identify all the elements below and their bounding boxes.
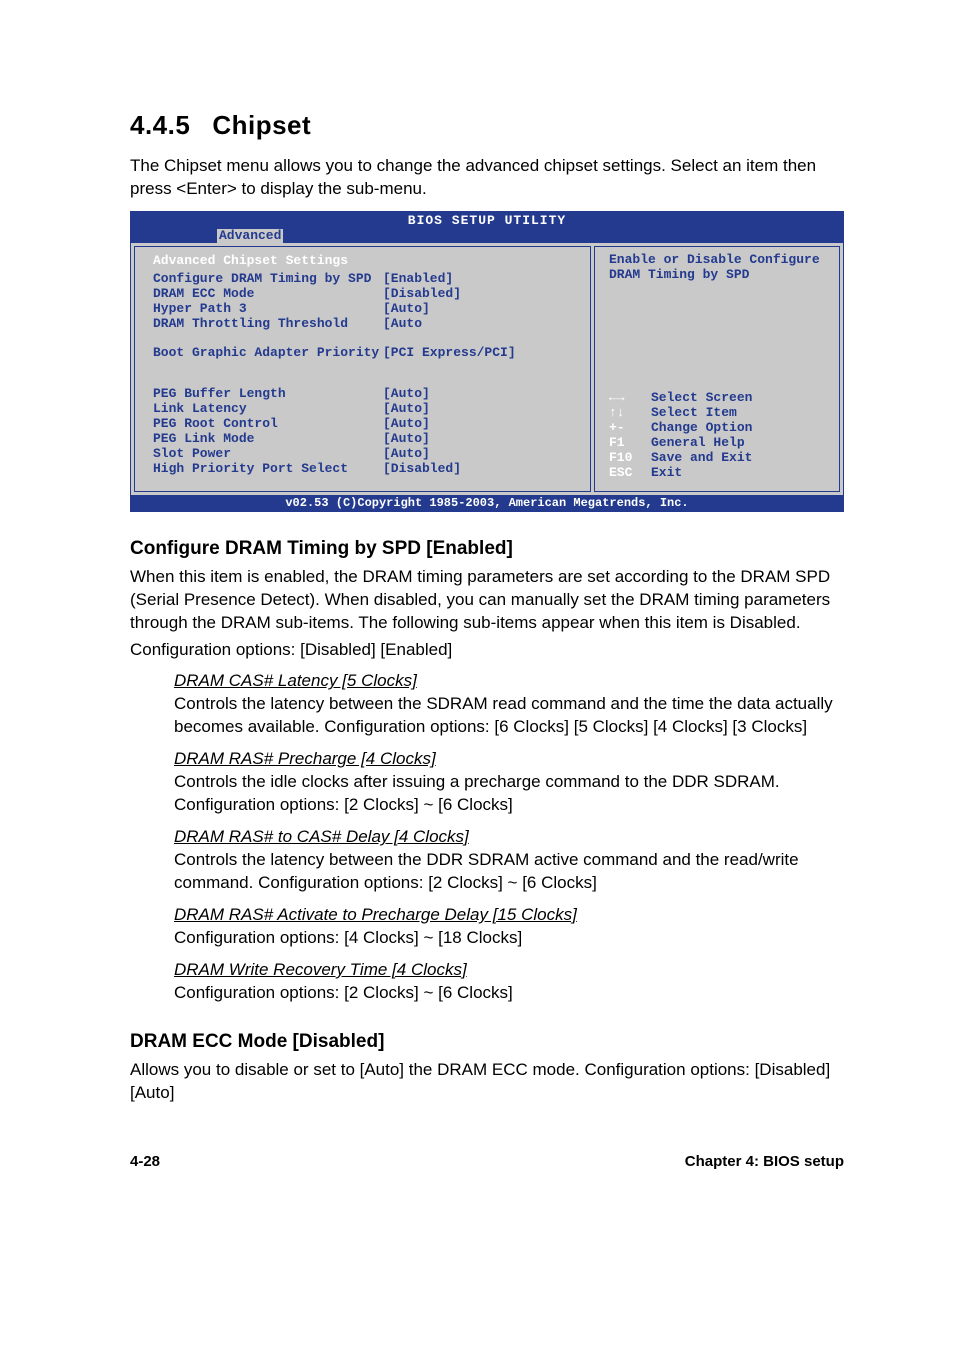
option-desc-dram-timing: When this item is enabled, the DRAM timi… (130, 566, 844, 635)
bios-setting-row[interactable]: PEG Root Control[Auto] (153, 417, 578, 432)
bios-setting-row[interactable]: Boot Graphic Adapter Priority[PCI Expres… (153, 346, 578, 361)
bios-nav-desc: Exit (651, 466, 682, 481)
bios-screenshot: BIOS SETUP UTILITY Advanced Advanced Chi… (130, 211, 844, 512)
bios-setting-value: [Auto] (383, 387, 430, 402)
sub-item-desc: Controls the latency between the DDR SDR… (174, 849, 844, 895)
bios-group-3: PEG Buffer Length[Auto]Link Latency[Auto… (153, 387, 578, 477)
bios-setting-row[interactable]: DRAM Throttling Threshold[Auto (153, 317, 578, 332)
option-desc-ecc: Allows you to disable or set to [Auto] t… (130, 1059, 844, 1105)
bios-nav-key: ←→ (609, 391, 651, 406)
bios-body: Advanced Chipset Settings Configure DRAM… (131, 243, 843, 494)
intro-text: The Chipset menu allows you to change th… (130, 155, 844, 201)
bios-tab-advanced[interactable]: Advanced (217, 229, 283, 243)
bios-tabs: Advanced (131, 229, 843, 243)
bios-setting-label: Configure DRAM Timing by SPD (153, 272, 383, 287)
sub-item-heading: DRAM CAS# Latency [5 Clocks] (174, 671, 844, 691)
bios-copyright: v02.53 (C)Copyright 1985-2003, American … (131, 495, 843, 511)
bios-help-text: Enable or Disable Configure DRAM Timing … (609, 253, 829, 283)
bios-setting-value: [Auto] (383, 402, 430, 417)
sub-item-desc: Configuration options: [2 Clocks] ~ [6 C… (174, 982, 844, 1005)
bios-setting-value: [Disabled] (383, 462, 461, 477)
bios-setting-row[interactable]: High Priority Port Select[Disabled] (153, 462, 578, 477)
bios-nav-row: F1General Help (609, 436, 829, 451)
bios-nav-help: ←→Select Screen↑↓Select Item+-Change Opt… (609, 391, 829, 481)
bios-nav-row: F10Save and Exit (609, 451, 829, 466)
page-footer: 4-28 Chapter 4: BIOS setup (130, 1153, 844, 1170)
bios-setting-value: [Auto (383, 317, 422, 332)
bios-setting-label: Boot Graphic Adapter Priority (153, 346, 383, 361)
bios-nav-desc: Save and Exit (651, 451, 752, 466)
bios-setting-row[interactable]: Hyper Path 3[Auto] (153, 302, 578, 317)
chapter-label: Chapter 4: BIOS setup (685, 1153, 844, 1170)
bios-setting-row[interactable]: PEG Link Mode[Auto] (153, 432, 578, 447)
section-heading: 4.4.5 Chipset (130, 110, 844, 141)
bios-setting-row[interactable]: Configure DRAM Timing by SPD[Enabled] (153, 272, 578, 287)
option-opts-dram-timing: Configuration options: [Disabled] [Enabl… (130, 639, 844, 662)
bios-setting-label: PEG Root Control (153, 417, 383, 432)
bios-setting-label: Link Latency (153, 402, 383, 417)
bios-nav-key: ↑↓ (609, 406, 651, 421)
bios-setting-label: DRAM Throttling Threshold (153, 317, 383, 332)
bios-nav-desc: Change Option (651, 421, 752, 436)
bios-nav-desc: Select Item (651, 406, 737, 421)
bios-setting-row[interactable]: Slot Power[Auto] (153, 447, 578, 462)
bios-setting-value: [Auto] (383, 432, 430, 447)
bios-nav-row: ESCExit (609, 466, 829, 481)
bios-setting-row[interactable]: PEG Buffer Length[Auto] (153, 387, 578, 402)
section-title: Chipset (212, 110, 311, 140)
bios-group-2: Boot Graphic Adapter Priority[PCI Expres… (153, 346, 578, 361)
bios-nav-row: ←→Select Screen (609, 391, 829, 406)
bios-nav-key: F10 (609, 451, 651, 466)
bios-setting-label: Slot Power (153, 447, 383, 462)
bios-setting-value: [PCI Express/PCI] (383, 346, 516, 361)
bios-nav-key: +- (609, 421, 651, 436)
option-heading-ecc: DRAM ECC Mode [Disabled] (130, 1031, 844, 1053)
bios-setting-value: [Auto] (383, 447, 430, 462)
page-content: 4.4.5 Chipset The Chipset menu allows you… (0, 0, 954, 1220)
section-number: 4.4.5 (130, 110, 190, 140)
bios-subheading: Advanced Chipset Settings (153, 253, 578, 268)
page-number: 4-28 (130, 1153, 160, 1170)
bios-setting-label: PEG Buffer Length (153, 387, 383, 402)
sub-item-heading: DRAM RAS# Precharge [4 Clocks] (174, 749, 844, 769)
sub-item-heading: DRAM RAS# to CAS# Delay [4 Clocks] (174, 827, 844, 847)
bios-setting-value: [Enabled] (383, 272, 453, 287)
bios-setting-label: High Priority Port Select (153, 462, 383, 477)
sub-item-desc: Configuration options: [4 Clocks] ~ [18 … (174, 927, 844, 950)
bios-group-1: Configure DRAM Timing by SPD[Enabled]DRA… (153, 272, 578, 332)
bios-nav-key: ESC (609, 466, 651, 481)
bios-setting-row[interactable]: DRAM ECC Mode[Disabled] (153, 287, 578, 302)
bios-setting-label: DRAM ECC Mode (153, 287, 383, 302)
bios-setting-value: [Disabled] (383, 287, 461, 302)
bios-nav-key: F1 (609, 436, 651, 451)
option-heading-dram-timing: Configure DRAM Timing by SPD [Enabled] (130, 538, 844, 560)
bios-setting-value: [Auto] (383, 302, 430, 317)
bios-nav-row: ↑↓Select Item (609, 406, 829, 421)
bios-right-pane: Enable or Disable Configure DRAM Timing … (594, 246, 840, 491)
sub-item-heading: DRAM Write Recovery Time [4 Clocks] (174, 960, 844, 980)
bios-setting-row[interactable]: Link Latency[Auto] (153, 402, 578, 417)
sub-items: DRAM CAS# Latency [5 Clocks]Controls the… (174, 671, 844, 1005)
bios-title: BIOS SETUP UTILITY (131, 212, 843, 229)
bios-setting-label: PEG Link Mode (153, 432, 383, 447)
bios-setting-value: [Auto] (383, 417, 430, 432)
bios-nav-row: +-Change Option (609, 421, 829, 436)
sub-item-heading: DRAM RAS# Activate to Precharge Delay [1… (174, 905, 844, 925)
bios-left-pane: Advanced Chipset Settings Configure DRAM… (134, 246, 591, 491)
sub-item-desc: Controls the idle clocks after issuing a… (174, 771, 844, 817)
bios-setting-label: Hyper Path 3 (153, 302, 383, 317)
bios-nav-desc: Select Screen (651, 391, 752, 406)
bios-nav-desc: General Help (651, 436, 745, 451)
sub-item-desc: Controls the latency between the SDRAM r… (174, 693, 844, 739)
